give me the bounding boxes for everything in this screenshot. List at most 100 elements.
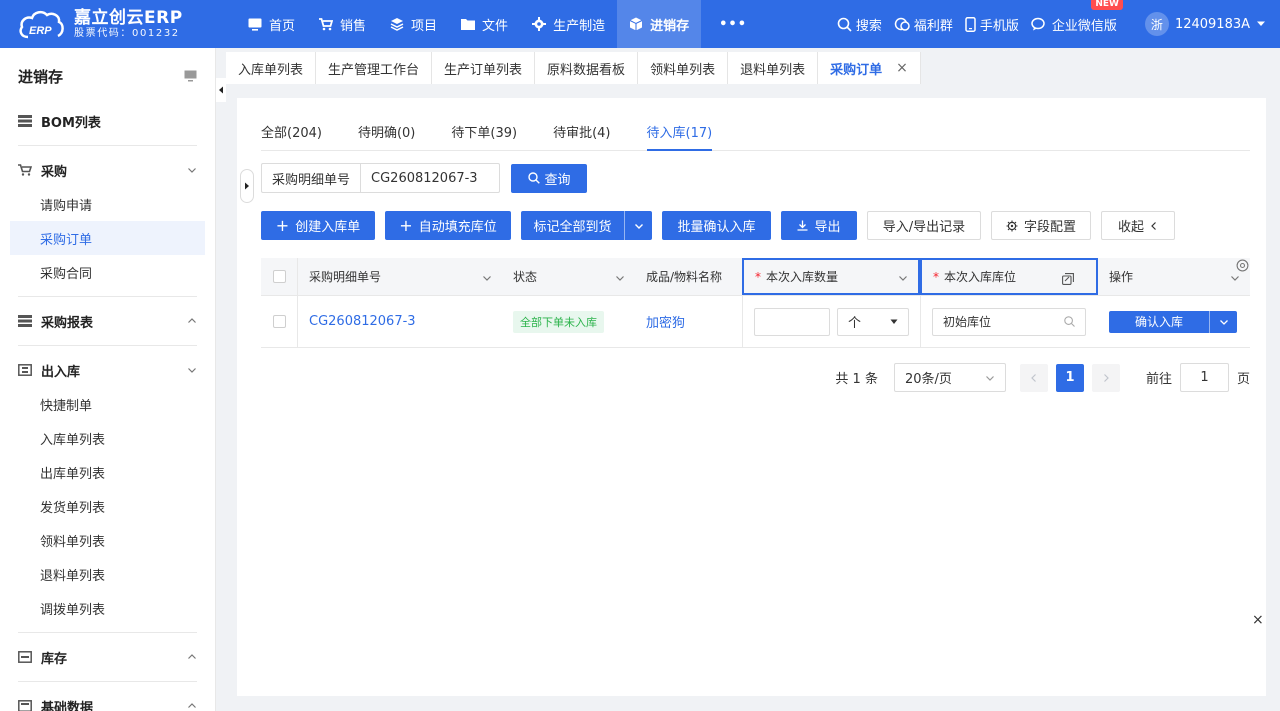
order-no-link[interactable]: CG260812067-3: [309, 314, 416, 329]
sidebar-item-transfer-list[interactable]: 调拨单列表: [10, 591, 205, 625]
chevron-down-icon[interactable]: [482, 273, 492, 283]
confirm-stock-in-button[interactable]: 确认入库: [1109, 310, 1209, 333]
mark-all-dropdown-button[interactable]: [624, 211, 652, 240]
chevron-down-icon[interactable]: [615, 273, 625, 283]
export-button[interactable]: 导出: [781, 211, 857, 240]
brand-title: 嘉立创云ERP: [74, 7, 183, 28]
sidebar-item-return-list[interactable]: 退料单列表: [10, 557, 205, 591]
tab-inbound-list[interactable]: 入库单列表: [226, 52, 317, 84]
tab-return-list[interactable]: 退料单列表: [728, 52, 819, 84]
caret-down-icon[interactable]: [1256, 20, 1266, 28]
mobile-phone-icon: [965, 16, 976, 32]
nav-production[interactable]: 生产制造: [520, 0, 617, 48]
page-size-select[interactable]: 20条/页: [893, 363, 1006, 392]
status-tab-all[interactable]: 全部(204): [261, 114, 322, 151]
tab-purchase-order[interactable]: 采购订单 ×: [818, 52, 921, 84]
close-icon[interactable]: ×: [896, 60, 908, 76]
cart-icon: [319, 17, 334, 31]
autofill-location-button[interactable]: + 自动填充库位: [385, 211, 511, 240]
batch-confirm-button[interactable]: 批量确认入库: [662, 211, 771, 240]
sidebar-item-purchase-contract[interactable]: 采购合同: [10, 255, 205, 289]
status-tab-to-approve[interactable]: 待审批(4): [553, 114, 610, 151]
divider: [18, 296, 197, 297]
nav-inventory[interactable]: 进销存: [617, 0, 702, 48]
header-item-name[interactable]: 成品/物料名称: [635, 258, 742, 295]
header-stock-in-location[interactable]: * 本次入库库位: [920, 258, 1098, 295]
search-input[interactable]: [360, 163, 501, 193]
export-label: 导出: [814, 220, 841, 235]
create-inbound-button[interactable]: + 创建入库单: [261, 211, 375, 240]
search-field-label[interactable]: 采购明细单号: [261, 163, 361, 193]
close-icon[interactable]: ×: [1252, 612, 1264, 628]
row-checkbox[interactable]: [261, 296, 297, 347]
sidebar-item-quick-order[interactable]: 快捷制单: [10, 387, 205, 421]
wechat-icon: [1031, 17, 1045, 30]
status-tab-to-clarify[interactable]: 待明确(0): [358, 114, 415, 151]
select-all-checkbox[interactable]: [261, 258, 297, 295]
sidebar-group-purchase-report[interactable]: 采购报表: [0, 304, 215, 338]
collapse-button[interactable]: 收起: [1101, 211, 1175, 240]
sidebar-collapse-button[interactable]: [216, 78, 226, 102]
status-tab-to-order[interactable]: 待下单(39): [451, 114, 517, 151]
location-input[interactable]: 初始库位: [932, 307, 1086, 336]
header-status[interactable]: 状态: [502, 258, 635, 295]
sidebar-group-inout[interactable]: 出入库: [0, 353, 215, 387]
chevron-down-icon: [188, 168, 196, 173]
header-stock-in-qty[interactable]: * 本次入库数量: [742, 258, 920, 295]
batch-edit-icon[interactable]: [1062, 273, 1074, 285]
quantity-input[interactable]: [754, 307, 830, 336]
nav-more-button[interactable]: •••: [701, 0, 765, 48]
header-operation[interactable]: 操作: [1098, 258, 1250, 295]
table-settings-icon[interactable]: [1236, 259, 1249, 272]
user-id[interactable]: 12409183A: [1175, 17, 1250, 32]
nav-home[interactable]: 首页: [236, 0, 307, 48]
sidebar-item-inbound-list[interactable]: 入库单列表: [10, 421, 205, 455]
mark-all-arrived-button[interactable]: 标记全部到货: [521, 211, 624, 240]
item-name-link[interactable]: 加密狗: [646, 312, 685, 331]
welfare-group-button[interactable]: 福利群: [894, 15, 953, 34]
mobile-button[interactable]: 手机版: [965, 15, 1019, 34]
sidebar-item-purchase-request[interactable]: 请购申请: [10, 187, 205, 221]
sidebar-item-delivery-list[interactable]: 发货单列表: [10, 489, 205, 523]
tab-material-dashboard[interactable]: 原料数据看板: [535, 52, 639, 84]
nav-sales[interactable]: 销售: [307, 0, 378, 48]
header-order-no[interactable]: 采购明细单号: [297, 258, 502, 295]
avatar[interactable]: 浙: [1144, 12, 1169, 36]
brand-logo[interactable]: ERP 嘉立创云ERP 股票代码：001232: [0, 0, 220, 48]
sidebar-group-basic-data[interactable]: 基础数据: [0, 689, 215, 711]
wechat-work-button[interactable]: 企业微信版 NEW: [1031, 0, 1123, 34]
gear-icon: [532, 17, 547, 31]
sidebar-item-bom[interactable]: BOM列表: [0, 104, 215, 138]
import-export-record-button[interactable]: 导入/导出记录: [867, 211, 981, 240]
filter-panel-toggle[interactable]: [240, 169, 254, 203]
query-button[interactable]: 查询: [511, 163, 588, 193]
prev-page-button[interactable]: [1019, 363, 1048, 392]
confirm-stock-in-dropdown[interactable]: [1209, 310, 1237, 333]
list-icon: [18, 315, 32, 327]
sidebar-group-purchase[interactable]: 采购: [0, 153, 215, 187]
tab-production-workbench[interactable]: 生产管理工作台: [316, 52, 433, 84]
nav-files[interactable]: 文件: [449, 0, 520, 48]
sidebar-item-purchase-order[interactable]: 采购订单: [10, 221, 205, 255]
goto-page-input[interactable]: 1: [1179, 363, 1229, 392]
status-tab-to-stock-in[interactable]: 待入库(17): [646, 114, 713, 151]
sidebar-group-stock[interactable]: 库存: [0, 640, 215, 674]
list-icon: [18, 115, 32, 127]
page-1-button[interactable]: 1: [1055, 363, 1084, 392]
mobile-label: 手机版: [979, 18, 1019, 34]
chevron-down-icon[interactable]: [898, 273, 908, 283]
tab-production-order-list[interactable]: 生产订单列表: [432, 52, 536, 84]
nav-project[interactable]: 项目: [378, 0, 449, 48]
chevron-down-icon[interactable]: [1230, 273, 1240, 283]
field-config-button[interactable]: 字段配置: [991, 211, 1091, 240]
location-input-value: 初始库位: [943, 315, 992, 329]
nav-home-label: 首页: [269, 18, 296, 34]
sidebar-item-picking-list[interactable]: 领料单列表: [10, 523, 205, 557]
display-toggle-icon[interactable]: [184, 70, 197, 82]
status-badge: 全部下单未入库: [513, 310, 604, 333]
unit-select[interactable]: 个: [837, 307, 909, 336]
tab-picking-list[interactable]: 领料单列表: [638, 52, 729, 84]
sidebar-item-outbound-list[interactable]: 出库单列表: [10, 455, 205, 489]
next-page-button[interactable]: [1091, 363, 1120, 392]
search-button[interactable]: 搜索: [837, 15, 882, 34]
